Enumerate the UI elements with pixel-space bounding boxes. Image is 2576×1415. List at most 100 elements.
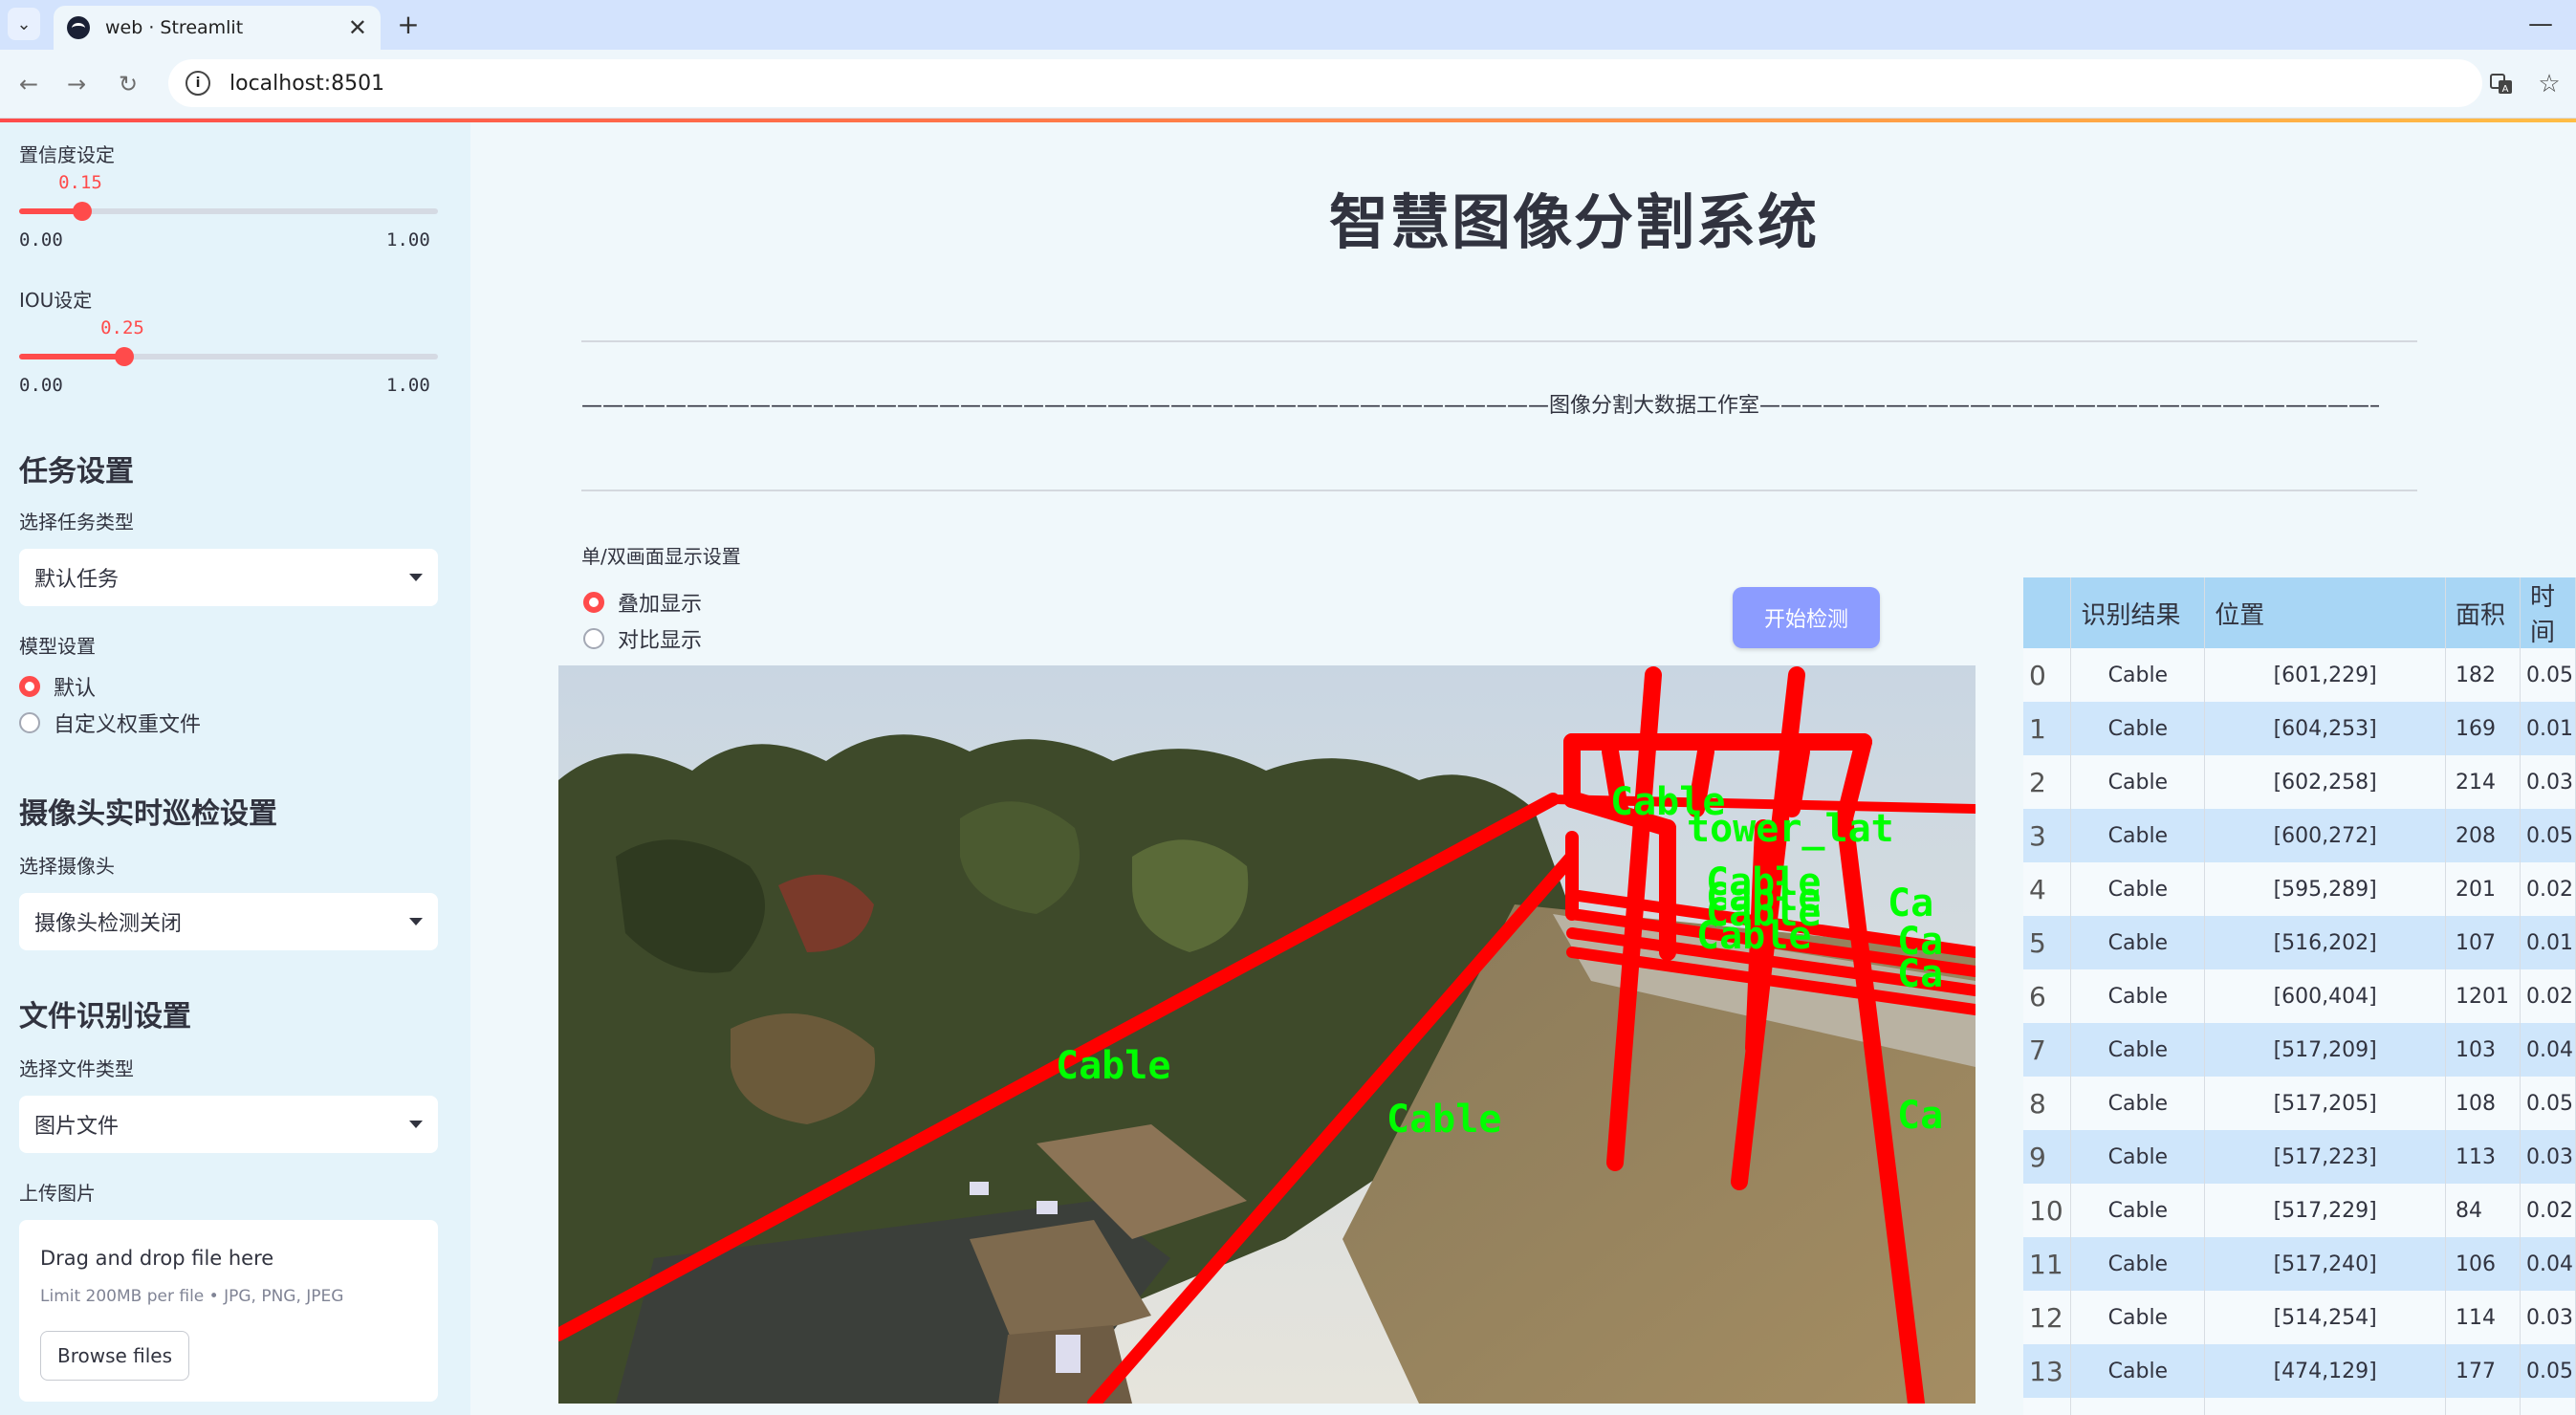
row-area: 114 bbox=[2445, 1291, 2521, 1344]
back-arrow-icon[interactable]: ← bbox=[11, 67, 46, 101]
row-position: [517,223] bbox=[2204, 1130, 2446, 1184]
table-row[interactable]: 0 Cable [601,229] 182 0.05 bbox=[2023, 648, 2576, 702]
table-row[interactable]: 2 Cable [602,258] 214 0.03 bbox=[2023, 755, 2576, 809]
row-position: [517,240] bbox=[2204, 1237, 2446, 1291]
task-type-label: 选择任务类型 bbox=[19, 511, 134, 533]
row-position: [517,209] bbox=[2204, 1023, 2446, 1077]
row-index: 7 bbox=[2023, 1023, 2072, 1077]
row-area: 108 bbox=[2445, 1077, 2521, 1130]
radio-selected-icon[interactable] bbox=[19, 676, 40, 697]
row-result: Cable bbox=[2070, 1398, 2206, 1415]
table-row[interactable]: 12 Cable [514,254] 114 0.03 bbox=[2023, 1291, 2576, 1344]
browser-tab[interactable]: web · Streamlit ✕ bbox=[54, 6, 381, 50]
upload-instructions: Drag and drop file here bbox=[40, 1247, 274, 1270]
row-result: Cable bbox=[2070, 702, 2206, 755]
table-row[interactable]: 13 Cable [474,129] 177 0.05 bbox=[2023, 1344, 2576, 1398]
file-type-select[interactable]: 图片文件 bbox=[19, 1096, 438, 1153]
iou-min: 0.00 bbox=[19, 375, 63, 396]
row-result: Cable bbox=[2070, 1237, 2206, 1291]
window-minimize-icon[interactable]: — bbox=[2528, 10, 2553, 38]
row-index: 9 bbox=[2023, 1130, 2072, 1184]
row-time: 0.03 bbox=[2520, 755, 2576, 809]
table-row[interactable]: 5 Cable [516,202] 107 0.01 bbox=[2023, 916, 2576, 969]
upload-limit: Limit 200MB per file • JPG, PNG, JPEG bbox=[40, 1287, 344, 1306]
model-option-default[interactable]: 默认 bbox=[19, 671, 96, 702]
row-area: 208 bbox=[2445, 809, 2521, 862]
confidence-slider[interactable] bbox=[19, 202, 438, 221]
table-row[interactable]: 10 Cable [517,229] 84 0.02 bbox=[2023, 1184, 2576, 1237]
tab-list-chevron-icon[interactable]: ⌄ bbox=[8, 8, 40, 40]
table-row[interactable]: 6 Cable [600,404] 1201 0.02 bbox=[2023, 969, 2576, 1023]
display-option-overlay[interactable]: 叠加显示 bbox=[583, 587, 702, 618]
row-position: [601,229] bbox=[2204, 648, 2446, 702]
segmentation-result-image: Cable tower_lat Cable Cable Cable Cable … bbox=[558, 665, 1976, 1404]
row-area: 106 bbox=[2445, 1237, 2521, 1291]
translate-icon[interactable]: A bbox=[2484, 67, 2519, 101]
confidence-label: 置信度设定 bbox=[19, 143, 115, 166]
table-row[interactable]: 9 Cable [517,223] 113 0.03 bbox=[2023, 1130, 2576, 1184]
row-time: 0.02 bbox=[2520, 1184, 2576, 1237]
row-area: 214 bbox=[2445, 755, 2521, 809]
start-detection-button[interactable]: 开始检测 bbox=[1733, 587, 1880, 648]
row-position: [517,229] bbox=[2204, 1184, 2446, 1237]
iou-slider-thumb[interactable] bbox=[114, 347, 134, 366]
file-uploader-dropzone[interactable]: Drag and drop file here Limit 200MB per … bbox=[19, 1220, 438, 1402]
row-position: [619,255] bbox=[2204, 1398, 2446, 1415]
site-info-icon[interactable]: i bbox=[186, 71, 210, 96]
upload-label: 上传图片 bbox=[19, 1182, 96, 1205]
tab-close-icon[interactable]: ✕ bbox=[348, 14, 367, 41]
row-index: 12 bbox=[2023, 1291, 2072, 1344]
iou-value: 0.25 bbox=[100, 317, 144, 338]
display-option-compare[interactable]: 对比显示 bbox=[583, 623, 702, 654]
row-time: 0.03 bbox=[2520, 1130, 2576, 1184]
row-position: [514,254] bbox=[2204, 1291, 2446, 1344]
table-row[interactable]: 7 Cable [517,209] 103 0.04 bbox=[2023, 1023, 2576, 1077]
col-header-result[interactable]: 识别结果 bbox=[2070, 577, 2206, 648]
row-result: Cable bbox=[2070, 1130, 2206, 1184]
table-row[interactable]: 4 Cable [595,289] 201 0.02 bbox=[2023, 862, 2576, 916]
label-partial: Ca bbox=[1897, 1094, 1943, 1138]
row-result: Cable bbox=[2070, 755, 2206, 809]
task-type-select[interactable]: 默认任务 bbox=[19, 549, 438, 606]
row-time: 0.05 bbox=[2520, 1077, 2576, 1130]
row-position: [517,205] bbox=[2204, 1077, 2446, 1130]
display-mode-label: 单/双画面显示设置 bbox=[581, 545, 741, 568]
table-row[interactable]: 14Cable[619,255]1000.04 bbox=[2023, 1398, 2576, 1415]
bookmark-star-icon[interactable]: ☆ bbox=[2532, 67, 2566, 101]
iou-slider[interactable] bbox=[19, 347, 438, 366]
forward-arrow-icon[interactable]: → bbox=[59, 67, 94, 101]
radio-unselected-icon[interactable] bbox=[19, 712, 40, 733]
col-header-time[interactable]: 时间 bbox=[2520, 577, 2576, 648]
row-result: Cable bbox=[2070, 862, 2206, 916]
col-header-area[interactable]: 面积 bbox=[2445, 577, 2521, 648]
row-index: 3 bbox=[2023, 809, 2072, 862]
table-row[interactable]: 1 Cable [604,253] 169 0.01 bbox=[2023, 702, 2576, 755]
row-time: 0.04 bbox=[2520, 1023, 2576, 1077]
label-cable: Cable bbox=[1696, 914, 1811, 958]
chevron-down-icon bbox=[409, 574, 423, 581]
camera-label: 选择摄像头 bbox=[19, 855, 115, 878]
confidence-slider-thumb[interactable] bbox=[72, 202, 92, 221]
results-table[interactable]: 识别结果 位置 面积 时间 0 Cable [601,229] 182 0.05 1 Cab… bbox=[2023, 577, 2576, 1415]
camera-select[interactable]: 摄像头检测关闭 bbox=[19, 893, 438, 950]
row-result: Cable bbox=[2070, 1291, 2206, 1344]
row-result: Cable bbox=[2070, 969, 2206, 1023]
table-row[interactable]: 3 Cable [600,272] 208 0.05 bbox=[2023, 809, 2576, 862]
table-row[interactable]: 11 Cable [517,240] 106 0.04 bbox=[2023, 1237, 2576, 1291]
svg-text:A: A bbox=[2502, 84, 2509, 95]
col-header-index bbox=[2023, 577, 2072, 648]
browse-files-button[interactable]: Browse files bbox=[40, 1331, 189, 1381]
model-option-custom[interactable]: 自定义权重文件 bbox=[19, 708, 201, 738]
task-type-value: 默认任务 bbox=[34, 568, 120, 592]
row-position: [604,253] bbox=[2204, 702, 2446, 755]
table-row[interactable]: 8 Cable [517,205] 108 0.05 bbox=[2023, 1077, 2576, 1130]
new-tab-plus-icon[interactable]: + bbox=[392, 8, 425, 40]
row-position: [595,289] bbox=[2204, 862, 2446, 916]
row-index: 10 bbox=[2023, 1184, 2072, 1237]
radio-selected-icon[interactable] bbox=[583, 592, 604, 613]
col-header-position[interactable]: 位置 bbox=[2204, 577, 2446, 648]
radio-unselected-icon[interactable] bbox=[583, 628, 604, 649]
reload-icon[interactable]: ↻ bbox=[111, 67, 145, 101]
row-area: 169 bbox=[2445, 702, 2521, 755]
address-bar[interactable]: i localhost:8501 bbox=[168, 59, 2482, 107]
